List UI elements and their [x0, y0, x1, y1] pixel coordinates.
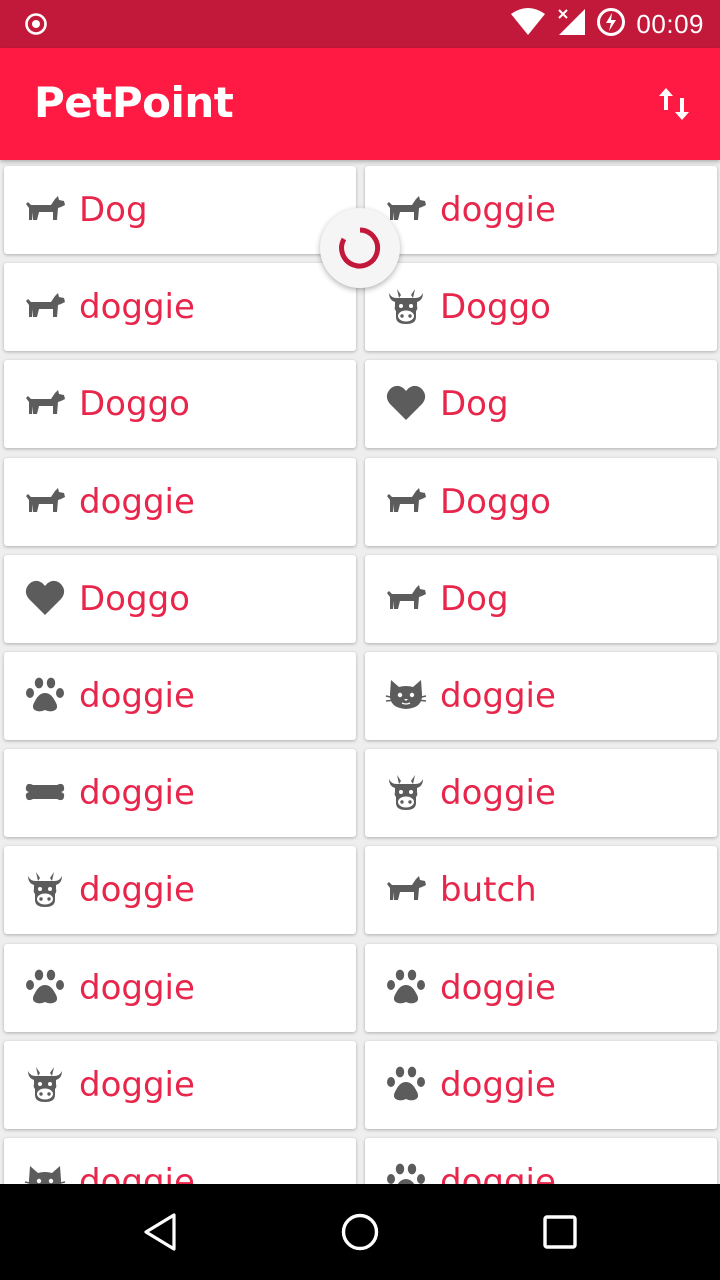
pet-name: butch [440, 870, 537, 911]
wifi-icon [510, 7, 546, 42]
no-signal-icon [556, 7, 586, 42]
pet-name: Doggo [79, 384, 190, 425]
pet-name: doggie [440, 1064, 556, 1105]
dog-icon [385, 480, 427, 522]
paw-icon [385, 1160, 427, 1184]
pet-card[interactable]: doggie [365, 749, 717, 838]
cow-icon [24, 868, 66, 910]
cow-icon [385, 285, 427, 327]
pet-card[interactable]: doggie [4, 457, 356, 546]
dog-icon [24, 480, 66, 522]
loading-spinner [320, 208, 400, 288]
dog-icon [385, 577, 427, 619]
sort-icon [659, 88, 689, 120]
pet-name: doggie [79, 676, 195, 716]
pet-name: doggie [440, 190, 556, 230]
battery-charging-icon [596, 7, 626, 42]
pet-card[interactable]: doggie [4, 943, 356, 1032]
pet-card[interactable]: doggie [4, 1138, 356, 1184]
pet-name: doggie [79, 1162, 195, 1184]
paw-icon [24, 966, 66, 1008]
app-bar: PetPoint [0, 48, 720, 160]
pet-card[interactable]: Dog [4, 166, 356, 254]
pet-name: Doggo [440, 481, 551, 522]
app-title: PetPoint [34, 78, 234, 127]
pet-name: doggie [79, 287, 195, 328]
heart-icon [24, 577, 66, 619]
pet-name: Dog [440, 384, 509, 425]
back-button[interactable] [136, 1208, 184, 1256]
pet-card[interactable]: butch [365, 846, 717, 935]
pet-card[interactable]: doggie [365, 1138, 717, 1184]
pet-card[interactable]: doggie [365, 166, 717, 254]
pet-name: doggie [79, 870, 195, 911]
pet-name: doggie [79, 773, 195, 814]
pet-card[interactable]: Doggo [4, 554, 356, 643]
pet-card[interactable]: Doggo [365, 457, 717, 546]
paw-icon [24, 674, 66, 716]
status-bar: 00:09 [0, 0, 720, 48]
pet-name: doggie [440, 1162, 556, 1184]
screen: 00:09 PetPoint Dog doggie doggie Doggo Doggo… [0, 0, 720, 1280]
pet-card[interactable]: doggie [4, 749, 356, 838]
navigation-bar [0, 1184, 720, 1280]
dog-icon [385, 868, 427, 910]
pet-name: Doggo [440, 287, 551, 328]
paw-icon [385, 1063, 427, 1105]
status-icons: 00:09 [510, 0, 704, 48]
record-icon [24, 12, 48, 36]
bone-icon [24, 771, 66, 813]
back-icon [144, 1213, 176, 1251]
pet-name: doggie [79, 481, 195, 522]
pet-card[interactable]: doggie [365, 652, 717, 740]
pet-name: Dog [440, 578, 509, 619]
cow-icon [24, 1063, 66, 1105]
cat-icon [385, 674, 427, 716]
cow-icon [385, 771, 427, 813]
pet-name: doggie [79, 1064, 195, 1105]
spinner-icon [339, 227, 381, 269]
pet-card[interactable]: Doggo [4, 360, 356, 449]
paw-icon [385, 966, 427, 1008]
pet-card[interactable]: Dog [365, 360, 717, 449]
recents-button[interactable] [536, 1208, 584, 1256]
pet-name: doggie [79, 967, 195, 1008]
pet-name: doggie [440, 773, 556, 814]
dog-icon [24, 285, 66, 327]
recents-icon [543, 1215, 577, 1249]
dog-icon [24, 188, 66, 230]
heart-icon [385, 382, 427, 424]
pet-name: Doggo [79, 578, 190, 619]
pet-card[interactable]: doggie [4, 846, 356, 935]
pet-card[interactable]: doggie [365, 943, 717, 1032]
sort-button[interactable] [656, 84, 692, 124]
pet-card[interactable]: Dog [365, 554, 717, 643]
status-time: 00:09 [636, 8, 704, 39]
pet-name: doggie [440, 676, 556, 716]
pet-name: doggie [440, 967, 556, 1008]
pet-card[interactable]: doggie [365, 1040, 717, 1129]
cat-icon [24, 1160, 66, 1184]
pet-card[interactable]: doggie [4, 263, 356, 352]
pet-card[interactable]: Doggo [365, 263, 717, 352]
home-icon [341, 1213, 379, 1251]
pet-card[interactable]: doggie [4, 652, 356, 740]
pet-name: Dog [79, 190, 148, 230]
home-button[interactable] [336, 1208, 384, 1256]
dog-icon [24, 382, 66, 424]
pet-grid: Dog doggie doggie Doggo Doggo Dog doggie Doggo D… [0, 160, 720, 1184]
pet-card[interactable]: doggie [4, 1040, 356, 1129]
